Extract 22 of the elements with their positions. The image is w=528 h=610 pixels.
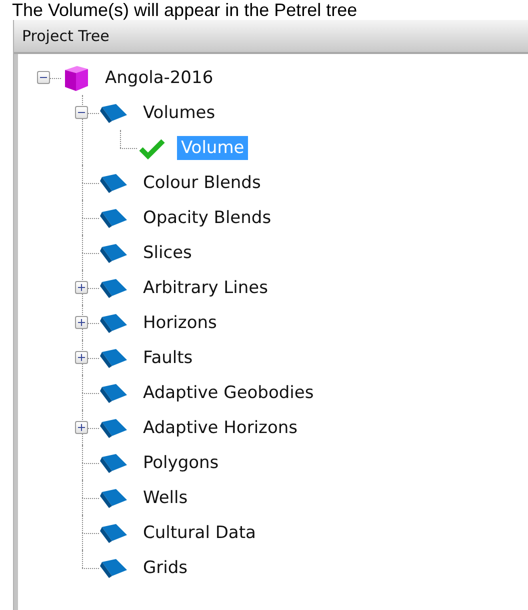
panel-title: Project Tree (22, 27, 110, 45)
tree-item[interactable]: Volumes (139, 100, 220, 124)
tree-item[interactable]: Adaptive Horizons (139, 416, 302, 440)
collapse-toggle[interactable] (37, 71, 50, 84)
expand-toggle[interactable] (75, 351, 88, 364)
caption-text: The Volume(s) will appear in the Petrel tree (11, 0, 358, 20)
tree-item[interactable]: Cultural Data (139, 520, 260, 544)
tree-item[interactable]: Wells (139, 486, 192, 510)
tree-item[interactable]: Colour Blends (139, 170, 265, 194)
collapse-toggle[interactable] (75, 106, 88, 119)
expand-toggle[interactable] (75, 281, 88, 294)
tree-item[interactable]: Slices (139, 240, 196, 264)
expand-toggle[interactable] (75, 316, 88, 329)
tree-item[interactable]: Grids (139, 556, 192, 580)
tree-item[interactable]: Angola-2016 (101, 66, 218, 90)
tree-item[interactable]: Adaptive Geobodies (139, 380, 318, 404)
tree-item[interactable]: Faults (139, 346, 197, 370)
tree-item[interactable]: Arbitrary Lines (139, 276, 272, 300)
tree-item[interactable]: Polygons (139, 450, 223, 474)
tree-item[interactable]: Opacity Blends (139, 206, 276, 230)
expand-toggle[interactable] (75, 421, 88, 434)
tree-item[interactable]: Horizons (139, 310, 221, 334)
